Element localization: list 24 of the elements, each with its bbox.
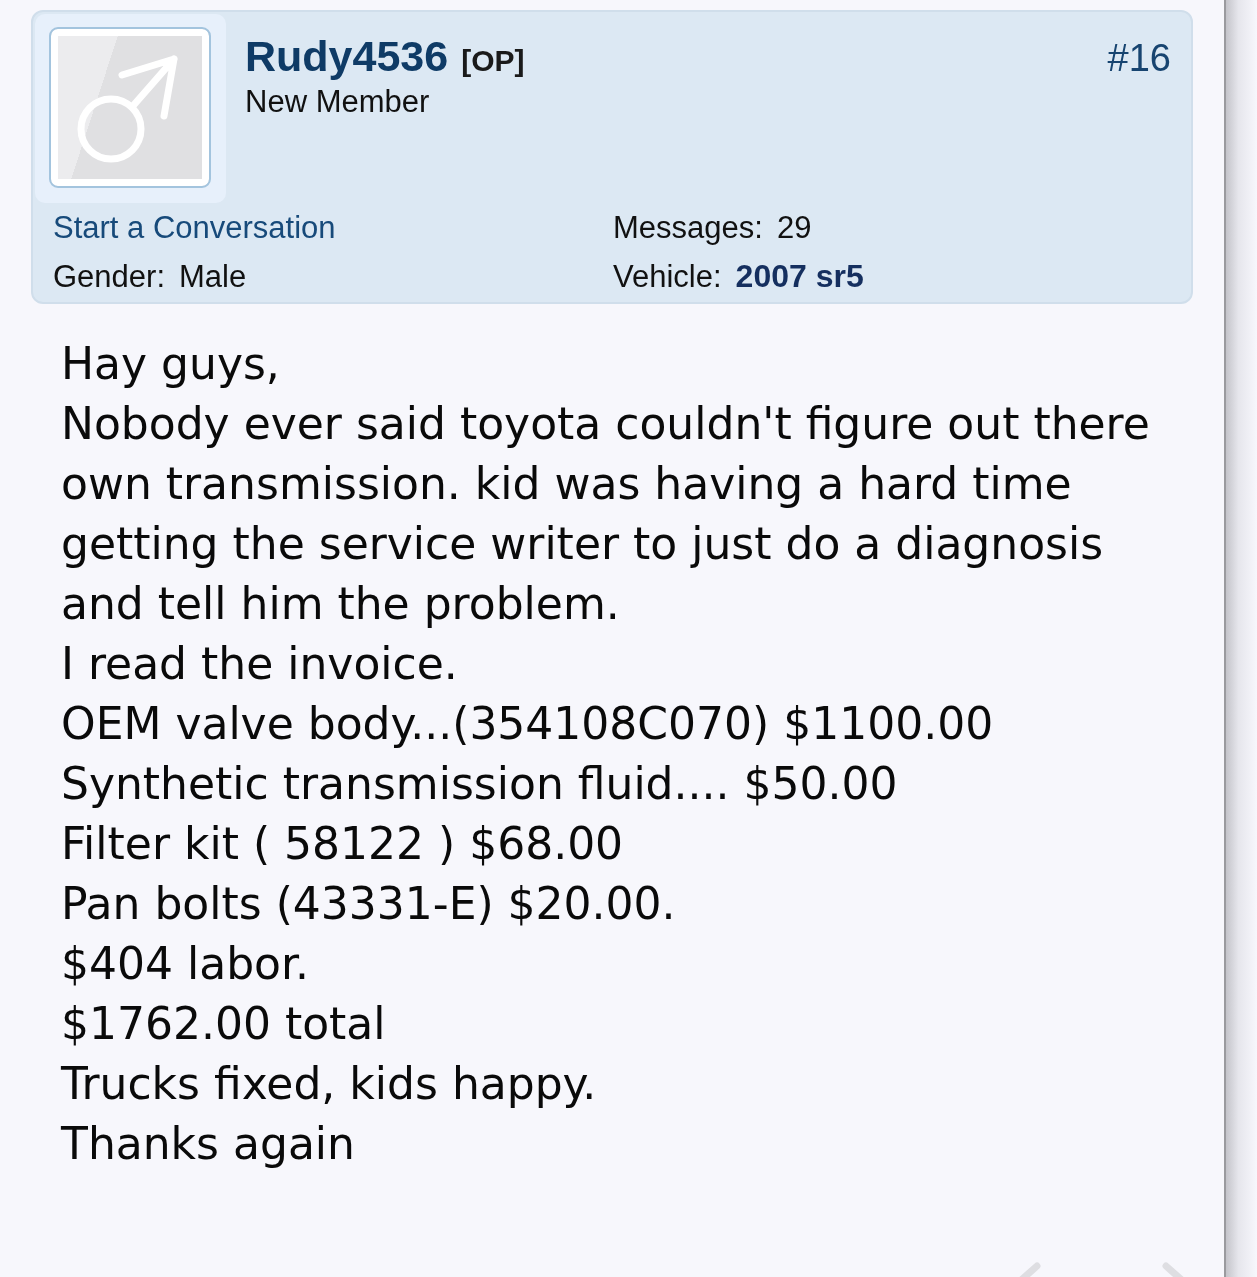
post-text: Pan bolts (43331-E) $20.00.: [61, 877, 676, 931]
field-label: Vehicle:: [613, 258, 722, 295]
post-text: Nobody ever said toyota couldn't figure out there own transmission. kid was having a hard time getting the service writer to just do a diagnosis and tell him the problem.: [61, 397, 1151, 631]
member-title: New Member: [245, 84, 430, 120]
post-text: OEM valve body...(354108C070) $1100.00: [61, 697, 994, 751]
avatar-placeholder[interactable]: [49, 27, 211, 188]
field-label: Gender:: [53, 258, 165, 295]
start-conversation-link[interactable]: Start a Conversation: [53, 209, 336, 246]
post-text: Thanks again: [61, 1117, 355, 1171]
field-value: 2007 sr5: [735, 258, 864, 295]
op-label: [OP]: [461, 44, 525, 78]
male-symbol-icon: [76, 55, 178, 165]
field-value: 29: [776, 209, 812, 246]
post-number-link[interactable]: #16: [1107, 14, 1191, 80]
post-text: $1762.00 total: [61, 997, 386, 1051]
field-label: Messages:: [613, 209, 763, 246]
post-text: Synthetic transmission fluid.... $50.00: [61, 757, 898, 811]
post-text: $404 labor.: [61, 937, 310, 991]
post-text: Filter kit ( 58122 ) $68.00: [61, 817, 624, 871]
username-link[interactable]: Rudy4536: [245, 30, 449, 82]
post-text: Trucks fixed, kids happy.: [61, 1057, 597, 1111]
field-value: Male: [179, 258, 247, 295]
post-text: I read the invoice.: [61, 637, 458, 691]
post-text: Hay guys,: [61, 337, 280, 391]
